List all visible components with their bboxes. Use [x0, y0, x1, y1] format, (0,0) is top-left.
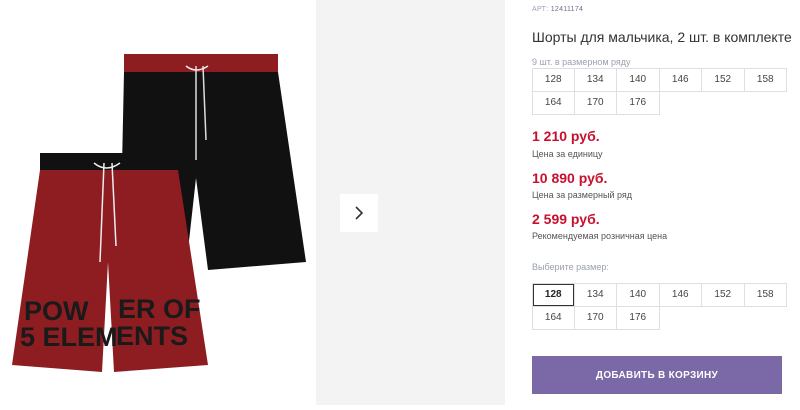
size-option-152[interactable]: 152 — [702, 283, 745, 307]
add-to-cart-button[interactable]: ДОБАВИТЬ В КОРЗИНУ — [532, 356, 782, 394]
size-range-cell: 176 — [617, 91, 660, 115]
range-price: 10 890 руб. — [532, 170, 608, 186]
chevron-right-icon — [355, 206, 364, 220]
size-range-cell: 158 — [744, 68, 787, 92]
retail-price: 2 599 руб. — [532, 211, 600, 227]
size-range-cell: 128 — [532, 68, 575, 92]
size-option-170[interactable]: 170 — [574, 306, 617, 330]
size-option-164[interactable]: 164 — [532, 306, 575, 330]
size-range-cell: 134 — [574, 68, 617, 92]
size-range-cell: 152 — [702, 68, 745, 92]
article-label: АРТ: — [532, 6, 549, 13]
article-value: 12411174 — [550, 6, 584, 13]
size-option-176[interactable]: 176 — [617, 306, 660, 330]
product-image[interactable]: POW ER OF 5 ELEM ENTS — [0, 0, 316, 405]
size-selector: 128 134 140 146 152 158 164 170 176 — [532, 283, 787, 330]
size-option-134[interactable]: 134 — [574, 283, 617, 307]
article-number: АРТ: 12411174 — [532, 6, 583, 13]
shorts-illustration: POW ER OF 5 ELEM ENTS — [12, 54, 306, 372]
print-line2-right: ENTS — [116, 321, 188, 351]
retail-price-caption: Рекомендуемая розничная цена — [532, 231, 668, 241]
print-line2-left: 5 ELEM — [20, 322, 118, 352]
size-range-cell: 170 — [574, 91, 617, 115]
print-line1-right: ER OF — [118, 294, 201, 324]
size-range-cell: 140 — [617, 68, 660, 92]
unit-price: 1 210 руб. — [532, 128, 600, 144]
size-range-grid: 128 134 140 146 152 158 164 170 176 — [532, 68, 787, 115]
size-option-158[interactable]: 158 — [744, 283, 787, 307]
size-option-140[interactable]: 140 — [617, 283, 660, 307]
size-select-label: Выберите размер: — [532, 262, 609, 272]
size-range-cell: 164 — [532, 91, 575, 115]
size-range-cell: 146 — [659, 68, 702, 92]
gallery-next-button[interactable] — [340, 194, 378, 232]
pack-note: 9 шт. в размерном ряду — [532, 57, 631, 67]
size-option-146[interactable]: 146 — [659, 283, 702, 307]
size-option-128[interactable]: 128 — [532, 283, 575, 307]
product-title: Шорты для мальчика, 2 шт. в комплекте — [532, 29, 792, 45]
range-price-caption: Цена за размерный ряд — [532, 190, 633, 200]
unit-price-caption: Цена за единицу — [532, 149, 603, 159]
